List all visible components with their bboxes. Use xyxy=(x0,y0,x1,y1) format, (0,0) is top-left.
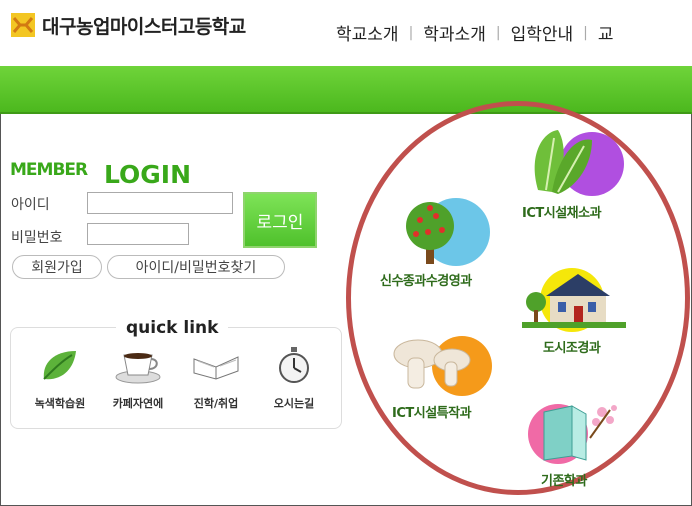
nav-separator: | xyxy=(495,24,501,41)
leaf-icon xyxy=(43,351,76,380)
lettuce-icon xyxy=(534,130,624,196)
login-button[interactable]: 로그인 xyxy=(243,192,317,248)
quick-link-green-learning[interactable]: 녹색학습원 xyxy=(21,345,99,411)
signup-button[interactable]: 회원가입 xyxy=(12,255,102,279)
quick-link-career[interactable]: 진학/취업 xyxy=(177,345,255,411)
password-input[interactable] xyxy=(87,223,189,245)
quick-link-label: 카페자연에 xyxy=(112,397,164,410)
member-heading: MEMBER xyxy=(10,160,88,180)
nav-item-dept-intro[interactable]: 학과소개 xyxy=(423,20,486,45)
quick-link-directions[interactable]: 오시는길 xyxy=(255,345,333,411)
mushroom-icon xyxy=(393,336,492,396)
quick-link-title: quick link xyxy=(116,318,229,338)
quick-link-label: 녹색학습원 xyxy=(34,397,86,410)
book-icon xyxy=(193,356,239,380)
nav-separator: | xyxy=(408,24,414,41)
dept-ict-vegetables[interactable] xyxy=(528,126,628,202)
school-logo-icon[interactable] xyxy=(10,12,36,38)
nav-item-truncated[interactable]: 교 xyxy=(598,20,614,45)
dept-urban-landscape[interactable] xyxy=(522,266,626,340)
nav-item-admission[interactable]: 입학안내 xyxy=(511,20,574,45)
top-nav: 학교소개 | 학과소개 | 입학안내 | 교 xyxy=(336,20,614,46)
nav-item-school-intro[interactable]: 학교소개 xyxy=(336,20,399,45)
dept-ict-special-crops[interactable] xyxy=(388,332,496,402)
house-icon xyxy=(522,268,626,332)
dept-label[interactable]: ICT시설채소과 xyxy=(522,202,602,221)
dept-label[interactable]: ICT시설특작과 xyxy=(392,402,472,421)
id-label: 아이디 xyxy=(11,197,50,213)
dept-label[interactable]: 기존학과 xyxy=(541,470,587,489)
nav-separator: | xyxy=(583,24,588,41)
password-label: 비밀번호 xyxy=(11,230,63,246)
site-header: 대구농업마이스터고등학교 학교소개 | 학과소개 | 입학안내 | 교 xyxy=(0,0,692,66)
book-flower-icon xyxy=(528,404,617,464)
dept-existing[interactable] xyxy=(524,398,624,468)
dept-label[interactable]: 도시조경과 xyxy=(543,337,601,356)
green-menu-bar xyxy=(0,66,692,114)
dept-label[interactable]: 신수종과수경영과 xyxy=(380,270,472,289)
department-highlight-circle xyxy=(346,101,690,495)
school-name[interactable]: 대구농업마이스터고등학교 xyxy=(42,12,246,39)
coffee-cup-icon xyxy=(115,353,161,384)
stopwatch-icon xyxy=(279,347,309,383)
quick-link-label: 진학/취업 xyxy=(193,397,239,410)
dept-new-fruit[interactable] xyxy=(398,196,498,272)
quick-link-cafe[interactable]: 카페자연에 xyxy=(99,345,177,411)
find-account-button[interactable]: 아이디/비밀번호찾기 xyxy=(107,255,285,279)
quick-link-label: 오시는길 xyxy=(273,397,315,410)
login-heading: LOGIN xyxy=(104,160,192,189)
fruit-tree-icon xyxy=(406,198,490,266)
id-input[interactable] xyxy=(87,192,233,214)
